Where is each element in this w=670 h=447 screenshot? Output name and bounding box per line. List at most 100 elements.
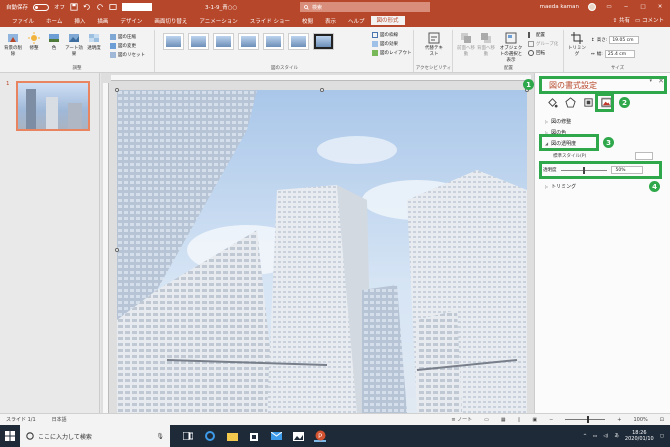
picture-style-5[interactable]	[263, 33, 284, 50]
volume-icon[interactable]: ◁)	[603, 434, 608, 439]
network-icon[interactable]: ▭	[593, 434, 597, 439]
start-from-beginning-icon[interactable]	[109, 3, 117, 11]
send-backward-button[interactable]: 背面へ移動	[476, 32, 496, 57]
slide-sorter-icon[interactable]: ▦	[501, 417, 506, 423]
artistic-effects-button[interactable]: アート効果	[64, 32, 84, 57]
compress-pictures-button[interactable]: 図の圧縮	[110, 34, 145, 40]
picture-border-button[interactable]: 図の枠線	[372, 32, 412, 38]
corrections-button[interactable]: 修整	[24, 32, 44, 51]
edge-browser-icon[interactable]	[204, 430, 216, 442]
callout-badge-4: 4	[649, 181, 660, 192]
change-picture-button[interactable]: 図の変更	[110, 43, 145, 49]
tab-slideshow[interactable]: スライド ショー	[244, 16, 296, 27]
slide-thumbnail-1[interactable]	[16, 81, 90, 131]
zoom-in-icon[interactable]: +	[617, 417, 621, 423]
picture-style-2[interactable]	[188, 33, 209, 50]
remove-background-button[interactable]: 背景の削除	[3, 32, 23, 57]
resize-handle-top[interactable]	[320, 88, 324, 92]
width-input[interactable]: 25.4 cm	[604, 50, 635, 58]
user-name[interactable]: maeda kaman	[540, 4, 579, 10]
transparency-button[interactable]: 透明度	[84, 32, 104, 51]
avatar[interactable]	[588, 3, 596, 11]
resize-handle-top-left[interactable]	[115, 88, 119, 92]
tab-help[interactable]: ヘルプ	[342, 16, 371, 27]
notes-button[interactable]: ≡ ノート	[451, 416, 472, 423]
tab-insert[interactable]: 挿入	[68, 16, 91, 27]
section-crop[interactable]: ▷ トリミング	[545, 183, 576, 190]
comment-button[interactable]: ▭ コメント	[635, 16, 664, 24]
zoom-level[interactable]: 100%	[634, 417, 648, 423]
task-view-icon[interactable]	[182, 430, 194, 442]
reset-picture-button[interactable]: 図のリセット	[110, 52, 145, 58]
picture-effects-button[interactable]: 図の効果	[372, 41, 412, 47]
tab-animations[interactable]: アニメーション	[193, 16, 243, 27]
color-button[interactable]: 色	[44, 32, 64, 51]
preset-dropdown[interactable]	[635, 152, 653, 160]
resize-handle-left[interactable]	[115, 248, 119, 252]
font-size-combo[interactable]	[122, 3, 153, 11]
file-explorer-icon[interactable]	[226, 430, 238, 442]
align-icon	[528, 32, 534, 38]
ribbon-display-options-icon[interactable]: ▭	[605, 4, 613, 10]
slide-picture[interactable]	[117, 90, 527, 413]
close-window-icon[interactable]: ✕	[656, 4, 664, 10]
slideshow-view-icon[interactable]: ▣	[532, 417, 537, 423]
tab-design[interactable]: デザイン	[114, 16, 148, 27]
clock[interactable]: 18:26 2020/01/10	[625, 430, 654, 442]
maximize-icon[interactable]: □	[639, 4, 647, 10]
artistic-effects-label: アート効果	[65, 46, 83, 57]
normal-view-icon[interactable]: ▭	[484, 417, 489, 423]
title-search-box[interactable]: 検索	[300, 2, 430, 12]
autosave-toggle[interactable]	[33, 3, 50, 11]
crop-button[interactable]: トリミング	[567, 32, 587, 57]
tab-file[interactable]: ファイル	[6, 16, 40, 27]
save-icon[interactable]	[70, 3, 78, 11]
zoom-slider[interactable]	[565, 416, 606, 423]
picture-layout-button[interactable]: 図のレイアウト	[372, 50, 412, 56]
tab-draw[interactable]: 描画	[91, 16, 114, 27]
zoom-out-icon[interactable]: −	[549, 417, 553, 423]
tab-transitions[interactable]: 画面切り替え	[148, 16, 193, 27]
picture-style-1[interactable]	[163, 33, 184, 50]
corrections-label: 修整	[29, 46, 39, 51]
picture-style-7[interactable]	[313, 33, 334, 50]
section-picture-corrections[interactable]: ▷ 図の修整	[545, 118, 571, 125]
start-button[interactable]	[0, 425, 20, 447]
photos-icon[interactable]	[292, 430, 304, 442]
redo-icon[interactable]	[96, 3, 104, 11]
height-label: 高さ:	[596, 38, 608, 43]
picture-style-4[interactable]	[238, 33, 259, 50]
tab-home[interactable]: ホーム	[40, 16, 68, 27]
reading-view-icon[interactable]: ▯	[518, 417, 521, 423]
language-indicator[interactable]: 日本語	[52, 416, 67, 423]
picture-style-6[interactable]	[288, 33, 309, 50]
share-button[interactable]: ⇪ 共有	[613, 16, 630, 24]
notifications-icon[interactable]: ▢	[660, 434, 664, 439]
store-icon[interactable]	[248, 430, 260, 442]
align-button[interactable]: 配置	[528, 32, 558, 38]
ime-icon[interactable]: あ	[614, 433, 619, 439]
selection-pane-button[interactable]: オブジェクトの選択と表示	[498, 32, 524, 63]
tab-picture-format[interactable]: 図の形式	[370, 16, 405, 27]
mail-icon[interactable]	[270, 430, 282, 442]
tab-review[interactable]: 校閲	[296, 16, 319, 27]
tab-view[interactable]: 表示	[319, 16, 342, 27]
rotate-button[interactable]: 回転	[528, 50, 558, 56]
undo-icon[interactable]	[83, 3, 91, 11]
title-bar: 自動保存 オフ 3-1-9_青○○ 検索 maeda kaman ▭ ─ □ ✕	[0, 0, 670, 14]
height-input[interactable]: 19.05 cm	[609, 36, 640, 44]
bring-forward-button[interactable]: 前面へ移動	[456, 32, 476, 57]
size-properties-icon[interactable]	[583, 97, 594, 108]
microphone-icon[interactable]: 🎙	[156, 433, 170, 440]
minimize-icon[interactable]: ─	[622, 4, 630, 10]
alt-text-button[interactable]: 代替テキスト	[424, 32, 444, 57]
fill-line-icon[interactable]	[547, 97, 558, 108]
picture-style-3[interactable]	[213, 33, 234, 50]
group-button[interactable]: グループ化	[528, 41, 558, 47]
fit-slide-icon[interactable]: ⊡	[660, 417, 664, 423]
effects-icon[interactable]	[565, 97, 576, 108]
tray-chevron-icon[interactable]: ^	[583, 434, 587, 439]
compress-label: 図の圧縮	[118, 35, 136, 40]
powerpoint-icon[interactable]: P	[314, 430, 326, 442]
taskbar-search-box[interactable]: ここに入力して検索 🎙	[20, 425, 170, 447]
